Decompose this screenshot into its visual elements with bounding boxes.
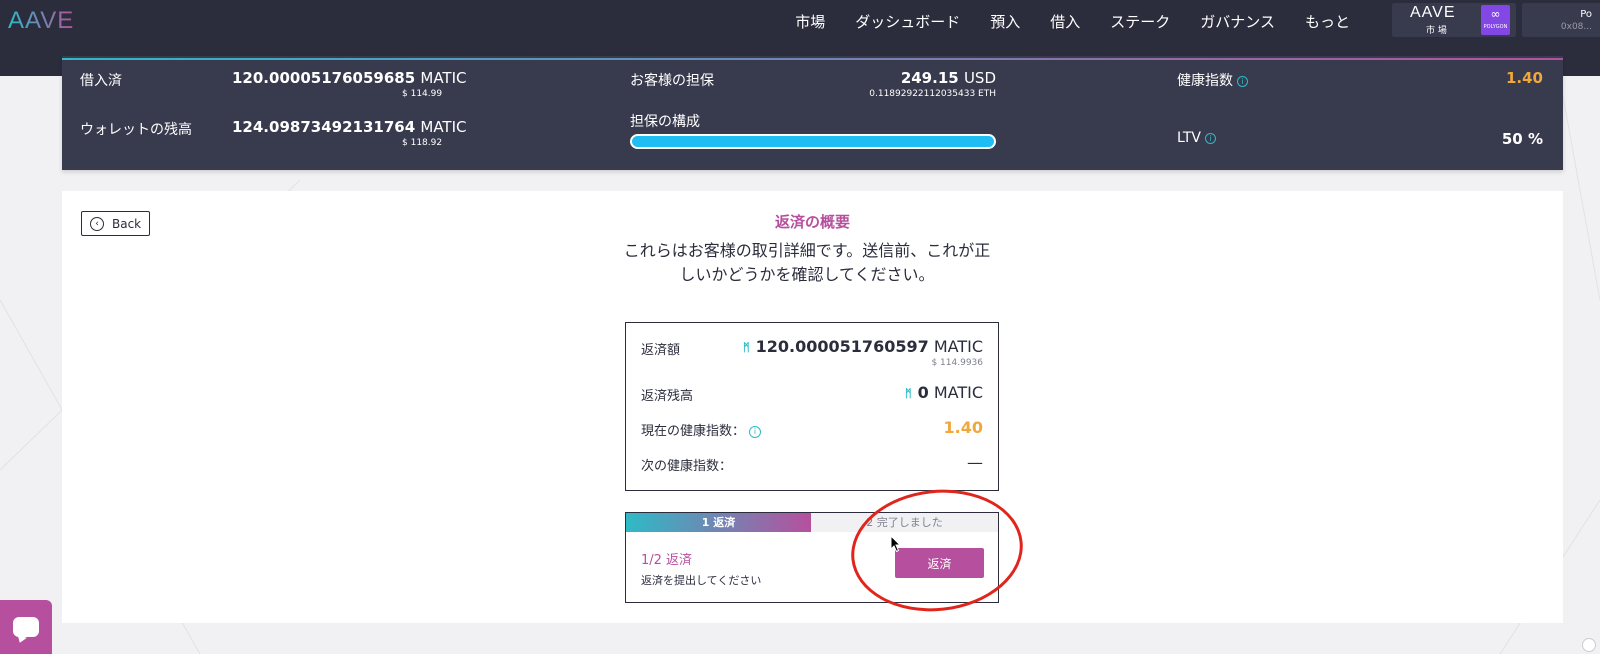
borrowed-usd: $ 114.99 [402,89,443,99]
matic-icon: ᛗ [743,341,750,354]
health-factor-value: 1.40 [1505,69,1543,87]
remaining-balance-label: 返済残高 [641,389,694,404]
mouse-cursor-icon [890,535,902,553]
account-address: 0x08... [1560,22,1592,32]
wallet-balance-usd: $ 118.92 [402,138,443,148]
borrowed-label: 借入済 [80,73,122,89]
nav-item-borrow[interactable]: 借入 [1050,11,1080,32]
chat-support-button[interactable] [0,600,52,654]
chat-bubble-icon [13,617,39,637]
main-menu: 市場 ダッシュボード 預入 借入 ステーク ガバナンス もっと [795,0,1350,42]
wallet-balance-value: 124.09873492131764 MATIC [232,118,467,136]
nav-item-deposit[interactable]: 預入 [990,11,1020,32]
account-button[interactable]: Po 0x08... [1522,3,1600,37]
top-navbar: AAVE 市場 ダッシュボード 預入 借入 ステーク ガバナンス もっと AAV… [0,0,1600,42]
market-selector[interactable]: AAVE 市 場 ∞ POLYGON [1392,3,1516,37]
polygon-icon: ∞ [1490,7,1501,21]
network-badge-label: POLYGON [1483,24,1508,30]
current-health-value: 1.40 [943,418,983,437]
repay-amount-usd: $ 114.9936 [931,358,983,368]
account-network: Po [1580,9,1592,20]
step-description: 返済を提出してください [641,574,762,587]
current-health-label: 現在の健康指数： i [641,420,762,439]
health-factor-label: 健康指数 i [1177,70,1248,90]
matic-icon: ᛗ [904,387,912,400]
wallet-balance-label: ウォレットの残高 [80,122,192,138]
repay-overview-card: ‹ Back 返済の概要 これらはお客様の取引詳細です。送信前、これが正しいかど… [62,191,1563,623]
market-name: AAVE [1410,4,1456,21]
info-icon[interactable]: i [749,425,762,438]
collateral-composition-label: 担保の構成 [630,114,700,130]
collateral-composition-bar [630,134,996,149]
repay-amount-label: 返済額 [641,343,681,358]
collateral-eth: 0.11892922112035433 ETH [869,89,996,99]
next-health-label: 次の健康指数： [641,459,733,474]
market-sub-label: 市 場 [1426,26,1447,36]
ltv-label: LTV i [1177,130,1217,146]
repay-amount-value: ᛗ 120.000051760597 MATIC [738,337,983,356]
gradient-divider [62,58,1563,60]
nav-item-more[interactable]: もっと [1305,11,1350,32]
info-icon[interactable]: i [1237,75,1248,87]
step-title: 1/2 返済 [641,553,693,568]
repay-summary-table: 返済額 ᛗ 120.000051760597 MATIC $ 114.9936 返… [625,322,999,491]
nav-item-markets[interactable]: 市場 [795,11,825,32]
step-repay-tab: 1 返済 [626,513,811,532]
position-info-panel: 借入済 120.00005176059685 MATIC $ 114.99 ウォ… [62,56,1563,170]
page-title: 返済の概要 [774,213,850,231]
polygon-network-badge: ∞ POLYGON [1481,5,1510,35]
collateral-label: お客様の担保 [630,73,714,89]
next-health-value: — [967,453,983,472]
corner-widget-icon[interactable] [1582,638,1596,652]
nav-item-stake[interactable]: ステーク [1110,11,1170,32]
nav-item-governance[interactable]: ガバナンス [1200,11,1275,32]
remaining-balance-value: ᛗ0 MATIC [900,383,983,402]
ltv-value: 50 % [1501,130,1543,148]
nav-item-dashboard[interactable]: ダッシュボード [855,11,960,32]
info-icon[interactable]: i [1205,132,1217,144]
aave-logo[interactable]: AAVE [8,6,74,36]
page-description: これらはお客様の取引詳細です。送信前、これが正しいかどうかを確認してください。 [623,241,991,284]
borrowed-value: 120.00005176059685 MATIC [232,69,467,87]
collateral-value: 249.15 USD [900,69,996,87]
